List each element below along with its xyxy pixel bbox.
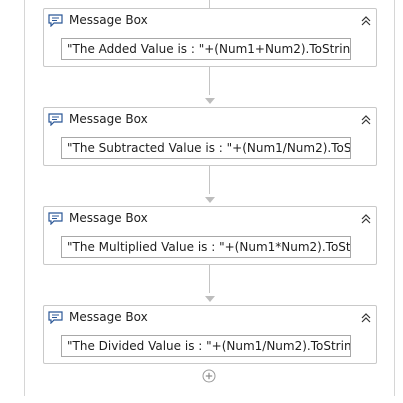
collapse-chevron-icon[interactable] bbox=[359, 14, 373, 28]
add-activity-icon[interactable] bbox=[202, 369, 216, 383]
connector-line bbox=[209, 166, 210, 194]
message-expression-field[interactable]: "The Divided Value is : "+(Num1/Num2).To… bbox=[61, 335, 351, 357]
message-expression-field[interactable]: "The Multiplied Value is : "+(Num1*Num2)… bbox=[61, 236, 351, 258]
message-expression-field[interactable]: "The Subtracted Value is : "+(Num1/Num2)… bbox=[61, 137, 351, 159]
message-box-activity[interactable]: Message Box "The Subtracted Value is : "… bbox=[43, 107, 377, 166]
message-box-activity[interactable]: Message Box "The Divided Value is : "+(N… bbox=[43, 305, 377, 364]
activity-header[interactable]: Message Box bbox=[44, 9, 376, 33]
message-box-icon bbox=[48, 311, 63, 324]
collapse-chevron-icon[interactable] bbox=[359, 311, 373, 325]
activity-title: Message Box bbox=[69, 112, 148, 126]
activity-title: Message Box bbox=[69, 13, 148, 27]
collapse-chevron-icon[interactable] bbox=[359, 212, 373, 226]
message-box-activity[interactable]: Message Box "The Added Value is : "+(Num… bbox=[43, 8, 377, 67]
message-box-icon bbox=[48, 14, 63, 27]
activity-title: Message Box bbox=[69, 211, 148, 225]
message-expression-field[interactable]: "The Added Value is : "+(Num1+Num2).ToSt… bbox=[61, 38, 351, 60]
collapse-chevron-icon[interactable] bbox=[359, 113, 373, 127]
connector-arrow-icon bbox=[205, 98, 215, 104]
activity-title: Message Box bbox=[69, 310, 148, 324]
activity-header[interactable]: Message Box bbox=[44, 207, 376, 231]
connector-line bbox=[209, 0, 210, 8]
connector-line bbox=[209, 265, 210, 293]
connector-arrow-icon bbox=[205, 296, 215, 302]
activity-header[interactable]: Message Box bbox=[44, 108, 376, 132]
connector-arrow-icon bbox=[205, 197, 215, 203]
message-box-activity[interactable]: Message Box "The Multiplied Value is : "… bbox=[43, 206, 377, 265]
message-box-icon bbox=[48, 212, 63, 225]
activity-header[interactable]: Message Box bbox=[44, 306, 376, 330]
connector-line bbox=[209, 67, 210, 95]
message-box-icon bbox=[48, 113, 63, 126]
